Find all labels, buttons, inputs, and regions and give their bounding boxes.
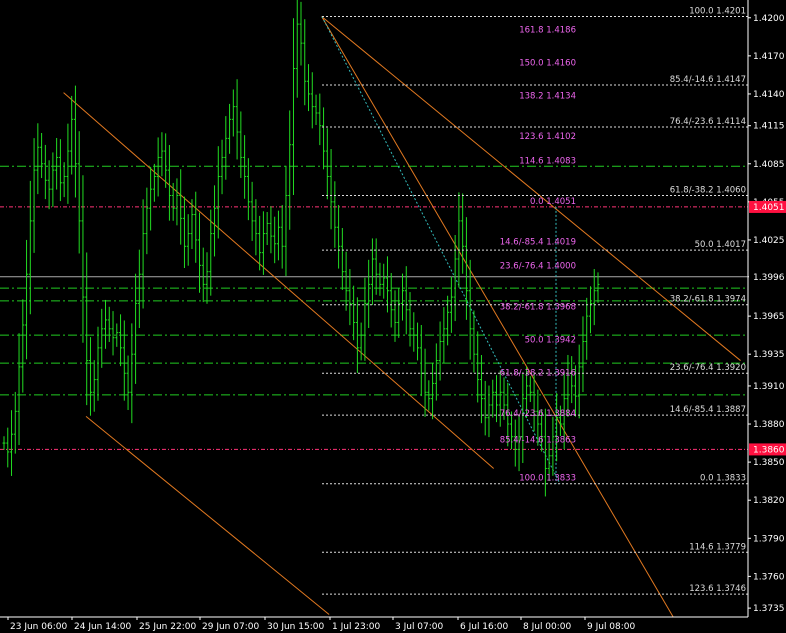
fib-white-label: 23.6/-76.4 1.3920 bbox=[670, 363, 746, 373]
y-tick-label: 1.4085 bbox=[753, 160, 785, 170]
y-tick-label: 1.3850 bbox=[753, 458, 785, 468]
y-tick-label: 1.4170 bbox=[753, 52, 785, 62]
fib-white-label: 123.6 1.3746 bbox=[689, 584, 746, 594]
price-marker-label: 1.4051 bbox=[753, 203, 785, 213]
y-tick-label: 1.4140 bbox=[753, 90, 785, 100]
fib-magenta-label: 123.6 1.4102 bbox=[519, 132, 576, 142]
fib-magenta-label: 100.0 1.3833 bbox=[519, 474, 576, 484]
y-tick-label: 1.3880 bbox=[753, 420, 785, 430]
y-tick-label: 1.3735 bbox=[753, 604, 785, 614]
y-tick-label: 1.4025 bbox=[753, 236, 785, 246]
fib-magenta-label: 150.0 1.4160 bbox=[519, 59, 576, 69]
fib-magenta-label: 50.0 1.3942 bbox=[525, 335, 576, 345]
fib-white-label: 38.2/-61.8 1.3974 bbox=[670, 295, 746, 305]
fib-magenta-label: 23.6/-76.4 1.4000 bbox=[500, 262, 576, 272]
y-tick-label: 1.4200 bbox=[753, 14, 785, 24]
x-tick-label: 9 Jul 08:00 bbox=[587, 622, 636, 632]
fib-white-label: 14.6/-85.4 1.3887 bbox=[670, 405, 746, 415]
x-tick-label: 29 Jun 07:00 bbox=[202, 622, 259, 632]
y-tick-label: 1.3760 bbox=[753, 572, 785, 582]
y-tick-label: 1.3820 bbox=[753, 496, 785, 506]
x-tick-label: 25 Jun 22:00 bbox=[139, 622, 196, 632]
x-tick-label: 24 Jun 14:00 bbox=[74, 622, 131, 632]
x-tick-label: 30 Jun 15:00 bbox=[267, 622, 324, 632]
fib-magenta-label: 14.6/-85.4 1.4019 bbox=[500, 238, 576, 248]
fib-white-label: 100.0 1.4201 bbox=[689, 7, 746, 17]
fib-magenta-label: 114.6 1.4083 bbox=[519, 156, 576, 166]
fib-white-label: 0.0 1.3833 bbox=[700, 474, 746, 484]
fib-magenta-label: 161.8 1.4186 bbox=[519, 26, 576, 36]
y-tick-label: 1.3910 bbox=[753, 382, 785, 392]
fib-magenta-label: 76.4/-23.6 1.3884 bbox=[500, 409, 576, 419]
x-tick-label: 8 Jul 00:00 bbox=[523, 622, 572, 632]
fib-white-label: 114.6 1.3779 bbox=[689, 542, 746, 552]
y-tick-label: 1.3965 bbox=[753, 312, 785, 322]
fib-white-label: 61.8/-38.2 1.4060 bbox=[670, 186, 746, 196]
fib-white-label: 85.4/-14.6 1.4147 bbox=[670, 75, 746, 85]
chart[interactable]: 100.0 1.4201 85.4/-14.6 1.4147 76.4/-23.6 … bbox=[0, 0, 786, 633]
x-tick-label: 6 Jul 16:00 bbox=[460, 622, 509, 632]
fib-magenta-label: 138.2 1.4134 bbox=[519, 92, 576, 102]
x-tick-label: 3 Jul 07:00 bbox=[395, 622, 444, 632]
price-chart-svg[interactable]: 100.0 1.4201 85.4/-14.6 1.4147 76.4/-23.6 … bbox=[0, 0, 786, 633]
price-marker-label: 1.3860 bbox=[753, 445, 785, 455]
fib-magenta-label: 85.4/-14.6 1.3863 bbox=[500, 436, 576, 446]
fib-magenta-label: 0.0 1.4051 bbox=[530, 197, 576, 207]
x-tick-label: 23 Jun 06:00 bbox=[10, 622, 67, 632]
fib-magenta-label: 38.2/-61.8 1.3968 bbox=[500, 302, 576, 312]
chart-background bbox=[0, 0, 786, 633]
x-tick-label: 1 Jul 23:00 bbox=[332, 622, 381, 632]
price-marker-label: 1.3996 bbox=[753, 273, 785, 283]
y-tick-label: 1.4115 bbox=[753, 122, 785, 132]
fib-white-label: 76.4/-23.6 1.4114 bbox=[670, 117, 746, 127]
fib-white-label: 50.0 1.4017 bbox=[695, 240, 746, 250]
y-tick-label: 1.3935 bbox=[753, 350, 785, 360]
y-tick-label: 1.3790 bbox=[753, 534, 785, 544]
fib-magenta-label: 61.8/-38.2 1.3916 bbox=[500, 368, 576, 378]
